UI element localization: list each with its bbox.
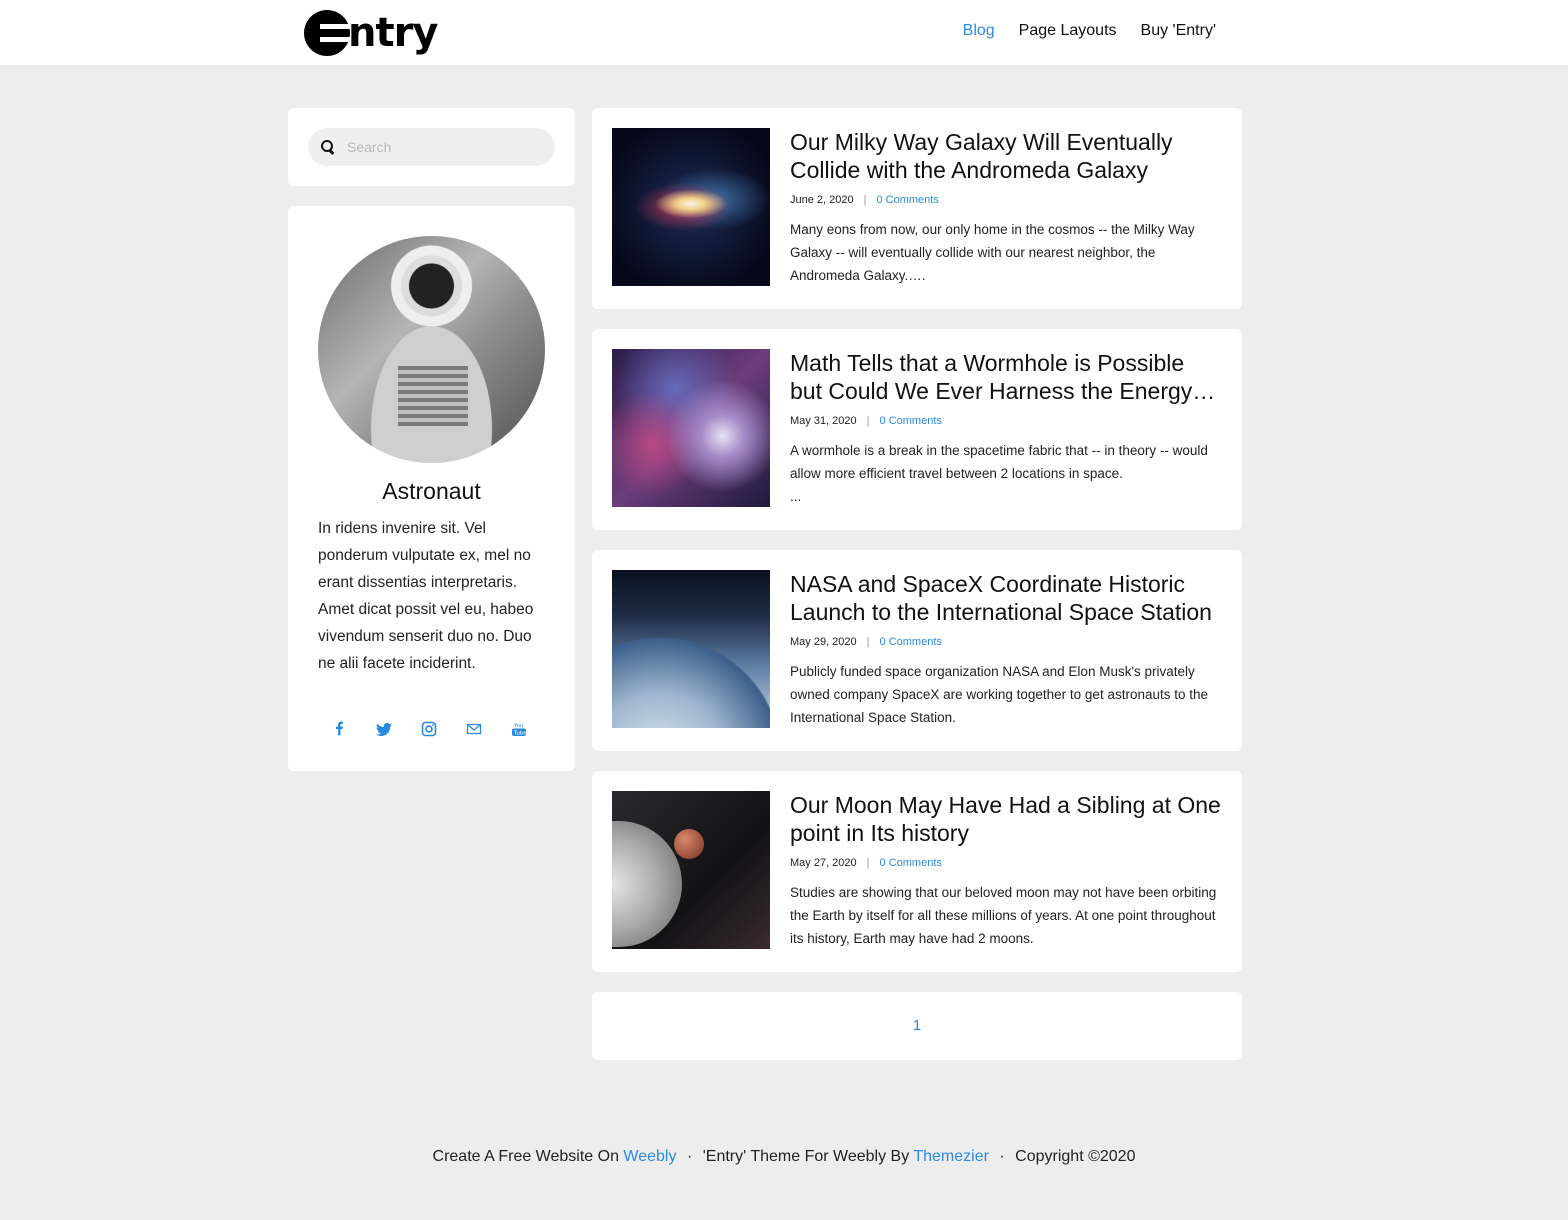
meta-separator: |: [866, 857, 870, 869]
post-date: June 2, 2020: [790, 194, 854, 206]
search-input[interactable]: [347, 139, 537, 155]
svg-text:Tube: Tube: [513, 730, 527, 736]
search-icon: [321, 140, 335, 154]
footer-copyright: Copyright ©2020: [1015, 1148, 1136, 1165]
post-card: Our Moon May Have Had a Sibling at One p…: [592, 771, 1242, 972]
youtube-icon[interactable]: You Tube: [510, 720, 528, 738]
post-excerpt: Publicly funded space organization NASA …: [790, 664, 1209, 725]
footer-separator: ·: [686, 1148, 693, 1165]
post-excerpt: Studies are showing that our beloved moo…: [790, 885, 1217, 946]
post-title[interactable]: NASA and SpaceX Coordinate Historic Laun…: [790, 570, 1222, 626]
post-comments-link[interactable]: 0 Comments: [876, 194, 938, 206]
site-header: ntry Blog Page Layouts Buy 'Entry': [0, 0, 1568, 65]
footer-separator: ·: [999, 1148, 1005, 1165]
footer-text-theme: 'Entry' Theme For Weebly By: [702, 1148, 914, 1165]
page-number-current[interactable]: 1: [592, 1017, 1242, 1034]
post-thumbnail[interactable]: [612, 570, 770, 728]
post-excerpt: Many eons from now, our only home in the…: [790, 222, 1195, 283]
post-comments-link[interactable]: 0 Comments: [880, 857, 942, 869]
post-meta: May 27, 2020 | 0 Comments: [790, 857, 942, 869]
moon-image: [612, 821, 682, 947]
post-meta: May 31, 2020 | 0 Comments: [790, 415, 942, 427]
footer-link-weebly[interactable]: Weebly: [623, 1148, 676, 1165]
svg-text:You: You: [513, 723, 523, 729]
post-title[interactable]: Our Moon May Have Had a Sibling at One p…: [790, 791, 1222, 847]
nav-item-blog[interactable]: Blog: [963, 22, 995, 40]
post-card: Our Milky Way Galaxy Will Eventually Col…: [592, 108, 1242, 309]
post-date: May 31, 2020: [790, 415, 857, 427]
post-thumbnail[interactable]: [612, 791, 770, 949]
post-card: Math Tells that a Wormhole is Possible b…: [592, 329, 1242, 530]
profile-bio: In ridens invenire sit. Vel ponderum vul…: [318, 520, 534, 672]
planet-image: [674, 829, 704, 859]
footer-link-themezier[interactable]: Themezier: [913, 1148, 989, 1165]
twitter-icon[interactable]: [375, 720, 393, 738]
post-date: May 29, 2020: [790, 636, 857, 648]
meta-separator: |: [866, 636, 870, 648]
post-meta: May 29, 2020 | 0 Comments: [790, 636, 942, 648]
post-comments-link[interactable]: 0 Comments: [880, 415, 942, 427]
avatar: [318, 236, 545, 463]
meta-separator: |: [863, 194, 867, 206]
nav-item-buy-entry[interactable]: Buy 'Entry': [1141, 22, 1216, 40]
site-logo[interactable]: ntry: [304, 8, 438, 58]
instagram-icon[interactable]: [420, 720, 438, 738]
post-excerpt-more: ...: [790, 489, 802, 504]
post-meta: June 2, 2020 | 0 Comments: [790, 194, 939, 206]
mail-icon[interactable]: [465, 720, 483, 738]
nav-item-page-layouts[interactable]: Page Layouts: [1019, 22, 1117, 40]
post-thumbnail[interactable]: [612, 349, 770, 507]
profile-card: Astronaut In ridens invenire sit. Vel po…: [288, 206, 575, 771]
post-comments-link[interactable]: 0 Comments: [880, 636, 942, 648]
pagination: 1: [592, 992, 1242, 1060]
post-card: NASA and SpaceX Coordinate Historic Laun…: [592, 550, 1242, 751]
post-excerpt: A wormhole is a break in the spacetime f…: [790, 439, 1222, 508]
post-thumbnail[interactable]: [612, 128, 770, 286]
meta-separator: |: [866, 415, 870, 427]
site-footer: Create A Free Website On Weebly · 'Entry…: [0, 1148, 1568, 1166]
main-nav: Blog Page Layouts Buy 'Entry': [963, 22, 1216, 40]
logo-mark-icon: [304, 10, 350, 56]
facebook-icon[interactable]: [330, 720, 348, 738]
social-links: You Tube: [330, 720, 528, 738]
post-excerpt-text: A wormhole is a break in the spacetime f…: [790, 443, 1208, 481]
logo-text: ntry: [348, 10, 438, 56]
search-box[interactable]: [308, 128, 555, 166]
search-card: [288, 108, 575, 186]
post-title[interactable]: Math Tells that a Wormhole is Possible b…: [790, 349, 1222, 405]
profile-name: Astronaut: [382, 478, 481, 504]
post-title[interactable]: Our Milky Way Galaxy Will Eventually Col…: [790, 128, 1222, 184]
post-date: May 27, 2020: [790, 857, 857, 869]
footer-text-create: Create A Free Website On: [432, 1148, 624, 1165]
